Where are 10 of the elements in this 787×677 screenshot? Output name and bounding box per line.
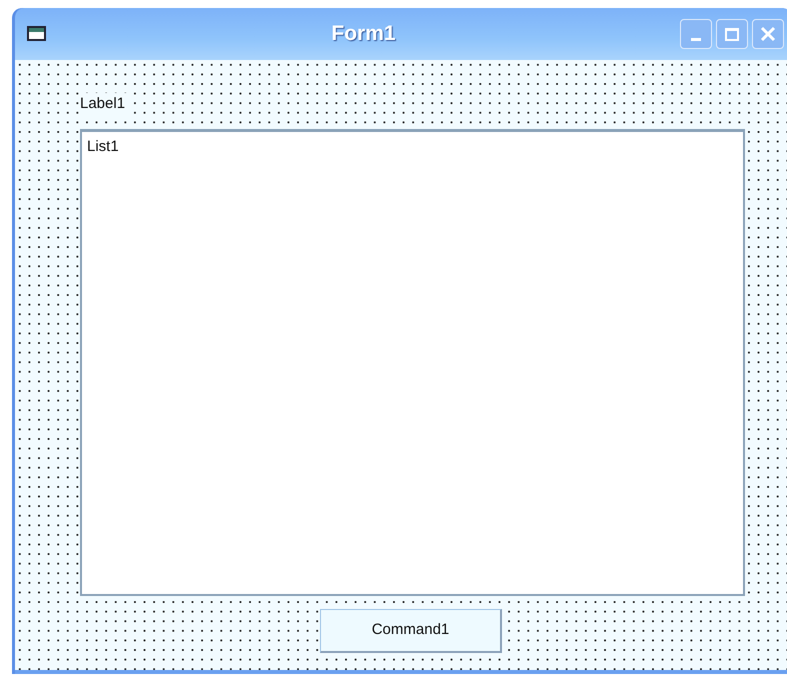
form-icon bbox=[27, 26, 47, 42]
label-control[interactable]: Label1 bbox=[80, 93, 128, 116]
window-title: Form1 bbox=[331, 21, 396, 48]
maximize-button[interactable] bbox=[716, 19, 748, 49]
close-icon bbox=[760, 26, 776, 42]
command-button[interactable]: Command1 bbox=[320, 608, 502, 652]
list-box[interactable]: List1 bbox=[80, 128, 745, 596]
minimize-button[interactable] bbox=[680, 19, 712, 49]
list-text: List1 bbox=[87, 136, 119, 156]
close-button[interactable] bbox=[752, 19, 784, 49]
